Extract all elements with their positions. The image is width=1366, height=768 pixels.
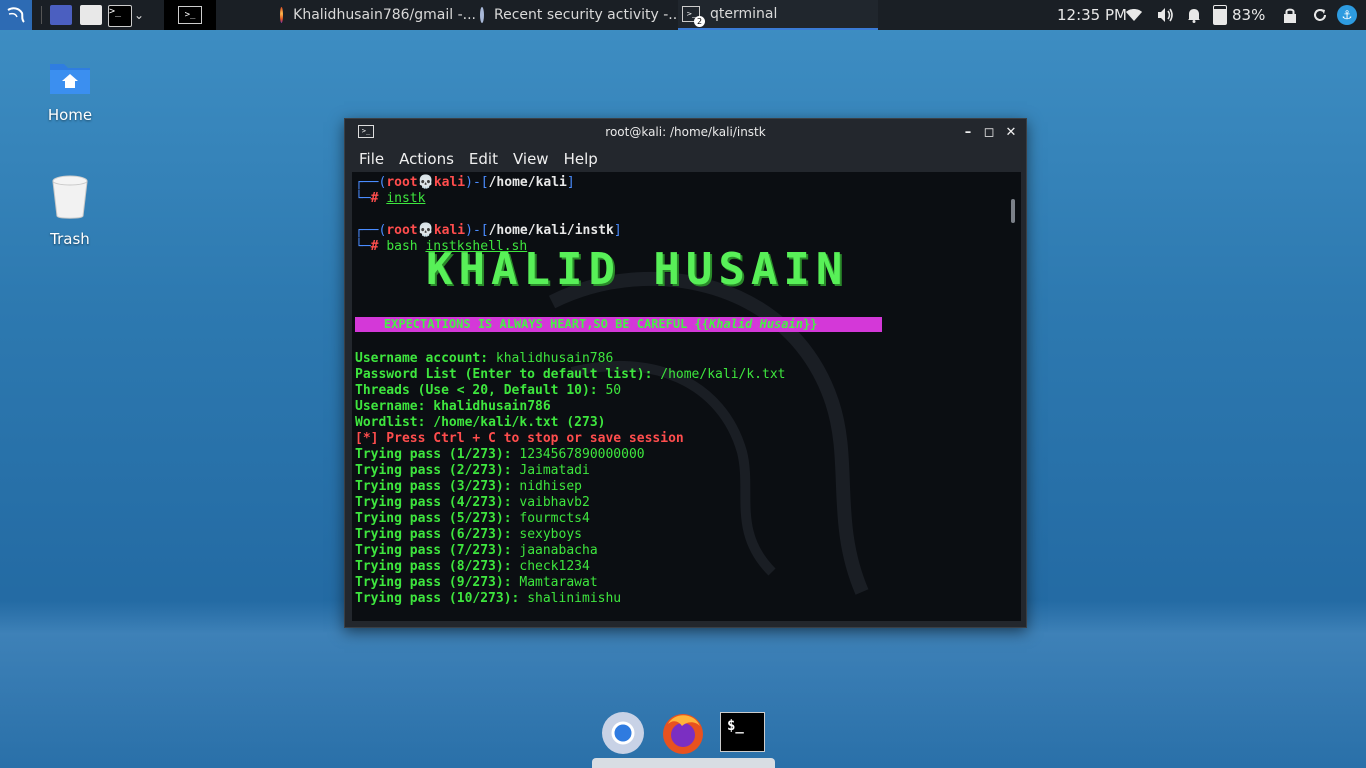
file-manager-icon[interactable]	[80, 5, 102, 25]
battery-indicator[interactable]: 83%	[1213, 0, 1265, 30]
attempt-line: Trying pass (7/273): jaanabacha	[355, 543, 598, 558]
top-panel: >_ ⌄ >_ Khalidhusain786/gmail -... Recen…	[0, 0, 1366, 30]
terminal-window: >_ root@kali: /home/kali/instk – ◻ ✕ Fil…	[344, 118, 1027, 628]
workspace-switcher[interactable]: >_	[164, 0, 216, 30]
menu-actions[interactable]: Actions	[399, 150, 454, 168]
info-line: Password List (Enter to default list): /…	[355, 367, 786, 382]
lock-icon[interactable]	[1283, 0, 1297, 30]
info-line: Threads (Use < 20, Default 10): 50	[355, 383, 622, 398]
task-label: qterminal	[710, 6, 778, 22]
terminal-icon[interactable]: $_	[720, 712, 765, 752]
attempt-line: Trying pass (9/273): Mamtarawat	[355, 575, 598, 590]
terminal-icon: >_ 2	[682, 6, 705, 27]
task-label: Khalidhusain786/gmail -...	[293, 7, 476, 23]
terminal-output[interactable]: ┌──(root💀kali)-[/home/kali] └─# instk ┌─…	[352, 172, 1021, 621]
attempt-line: Trying pass (2/273): Jaimatadi	[355, 463, 590, 478]
session-icon[interactable]: ⚓	[1337, 0, 1357, 30]
task-chrome[interactable]: Recent security activity -...	[480, 0, 676, 30]
window-menubar: File Actions Edit View Help	[345, 146, 1026, 172]
window-titlebar[interactable]: >_ root@kali: /home/kali/instk – ◻ ✕	[345, 119, 1026, 146]
task-firefox[interactable]: Khalidhusain786/gmail -...	[280, 0, 476, 30]
trash-icon	[52, 175, 88, 219]
info-line: Username account: khalidhusain786	[355, 351, 614, 366]
prompt-line: ┌──(root💀kali)-[/home/kali/instk]	[355, 223, 622, 238]
wifi-icon[interactable]	[1125, 0, 1143, 30]
banner-tagline: EXPECTATIONS IS ALWAYS HEART,SO BE CAREF…	[355, 317, 882, 332]
prompt-line: ┌──(root💀kali)-[/home/kali]	[355, 175, 575, 190]
volume-icon[interactable]	[1156, 0, 1174, 30]
terminal-launcher-icon[interactable]: >_	[108, 5, 132, 27]
command-line: └─# instk	[355, 191, 426, 206]
kali-menu-button[interactable]	[0, 0, 32, 30]
close-button[interactable]: ✕	[1002, 123, 1020, 141]
ascii-banner: KHALID HUSAIN	[426, 244, 906, 314]
window-title: root@kali: /home/kali/instk	[605, 125, 766, 139]
show-desktop-icon[interactable]	[50, 5, 72, 25]
attempt-line: Trying pass (8/273): check1234	[355, 559, 590, 574]
task-qterminal[interactable]: >_ 2 qterminal	[678, 0, 878, 30]
dock	[592, 758, 775, 768]
menu-edit[interactable]: Edit	[469, 150, 498, 168]
attempt-line: Trying pass (5/273): fourmcts4	[355, 511, 590, 526]
chevron-down-icon[interactable]: ⌄	[132, 5, 146, 25]
info-line: Username: khalidhusain786	[355, 399, 551, 414]
minimize-button[interactable]: –	[959, 123, 977, 141]
maximize-button[interactable]: ◻	[980, 123, 998, 141]
attempt-line: Trying pass (6/273): sexyboys	[355, 527, 582, 542]
chrome-icon	[480, 7, 484, 23]
firefox-icon	[280, 7, 284, 23]
clock[interactable]: 12:35 PM	[1057, 0, 1127, 30]
kali-dragon-icon	[7, 7, 25, 23]
warning-line: [*] Press Ctrl + C to stop or save sessi…	[355, 431, 684, 446]
attempt-line: Trying pass (1/273): 1234567890000000	[355, 447, 645, 462]
banner-art-text: KHALID HUSAIN	[426, 244, 849, 295]
desktop-icon-label: Trash	[50, 230, 90, 248]
window-count-badge: 2	[694, 16, 705, 27]
info-line: Wordlist: /home/kali/k.txt (273)	[355, 415, 606, 430]
refresh-icon[interactable]	[1312, 0, 1328, 30]
desktop-icon-home[interactable]: Home	[30, 60, 110, 124]
battery-icon	[1213, 5, 1227, 25]
battery-percent: 83%	[1232, 6, 1266, 24]
chrome-icon[interactable]	[600, 710, 646, 756]
attempt-line: Trying pass (3/273): nidhisep	[355, 479, 582, 494]
menu-file[interactable]: File	[359, 150, 384, 168]
firefox-icon[interactable]	[660, 710, 706, 756]
notifications-icon[interactable]	[1186, 0, 1202, 30]
terminal-lines: ┌──(root💀kali)-[/home/kali] └─# instk ┌─…	[355, 175, 1015, 255]
desktop-icon-label: Home	[47, 106, 93, 124]
attempt-line: Trying pass (10/273): shalinimishu	[355, 591, 622, 606]
menu-help[interactable]: Help	[564, 150, 598, 168]
desktop-icon-trash[interactable]: Trash	[30, 174, 110, 248]
folder-home-icon	[50, 64, 90, 94]
menu-view[interactable]: View	[513, 150, 549, 168]
session-info: Username account: khalidhusain786 Passwo…	[355, 351, 1015, 607]
terminal-icon: >_	[178, 6, 202, 24]
attempt-line: Trying pass (4/273): vaibhavb2	[355, 495, 590, 510]
task-label: Recent security activity -...	[494, 7, 676, 23]
panel-separator	[41, 6, 42, 24]
